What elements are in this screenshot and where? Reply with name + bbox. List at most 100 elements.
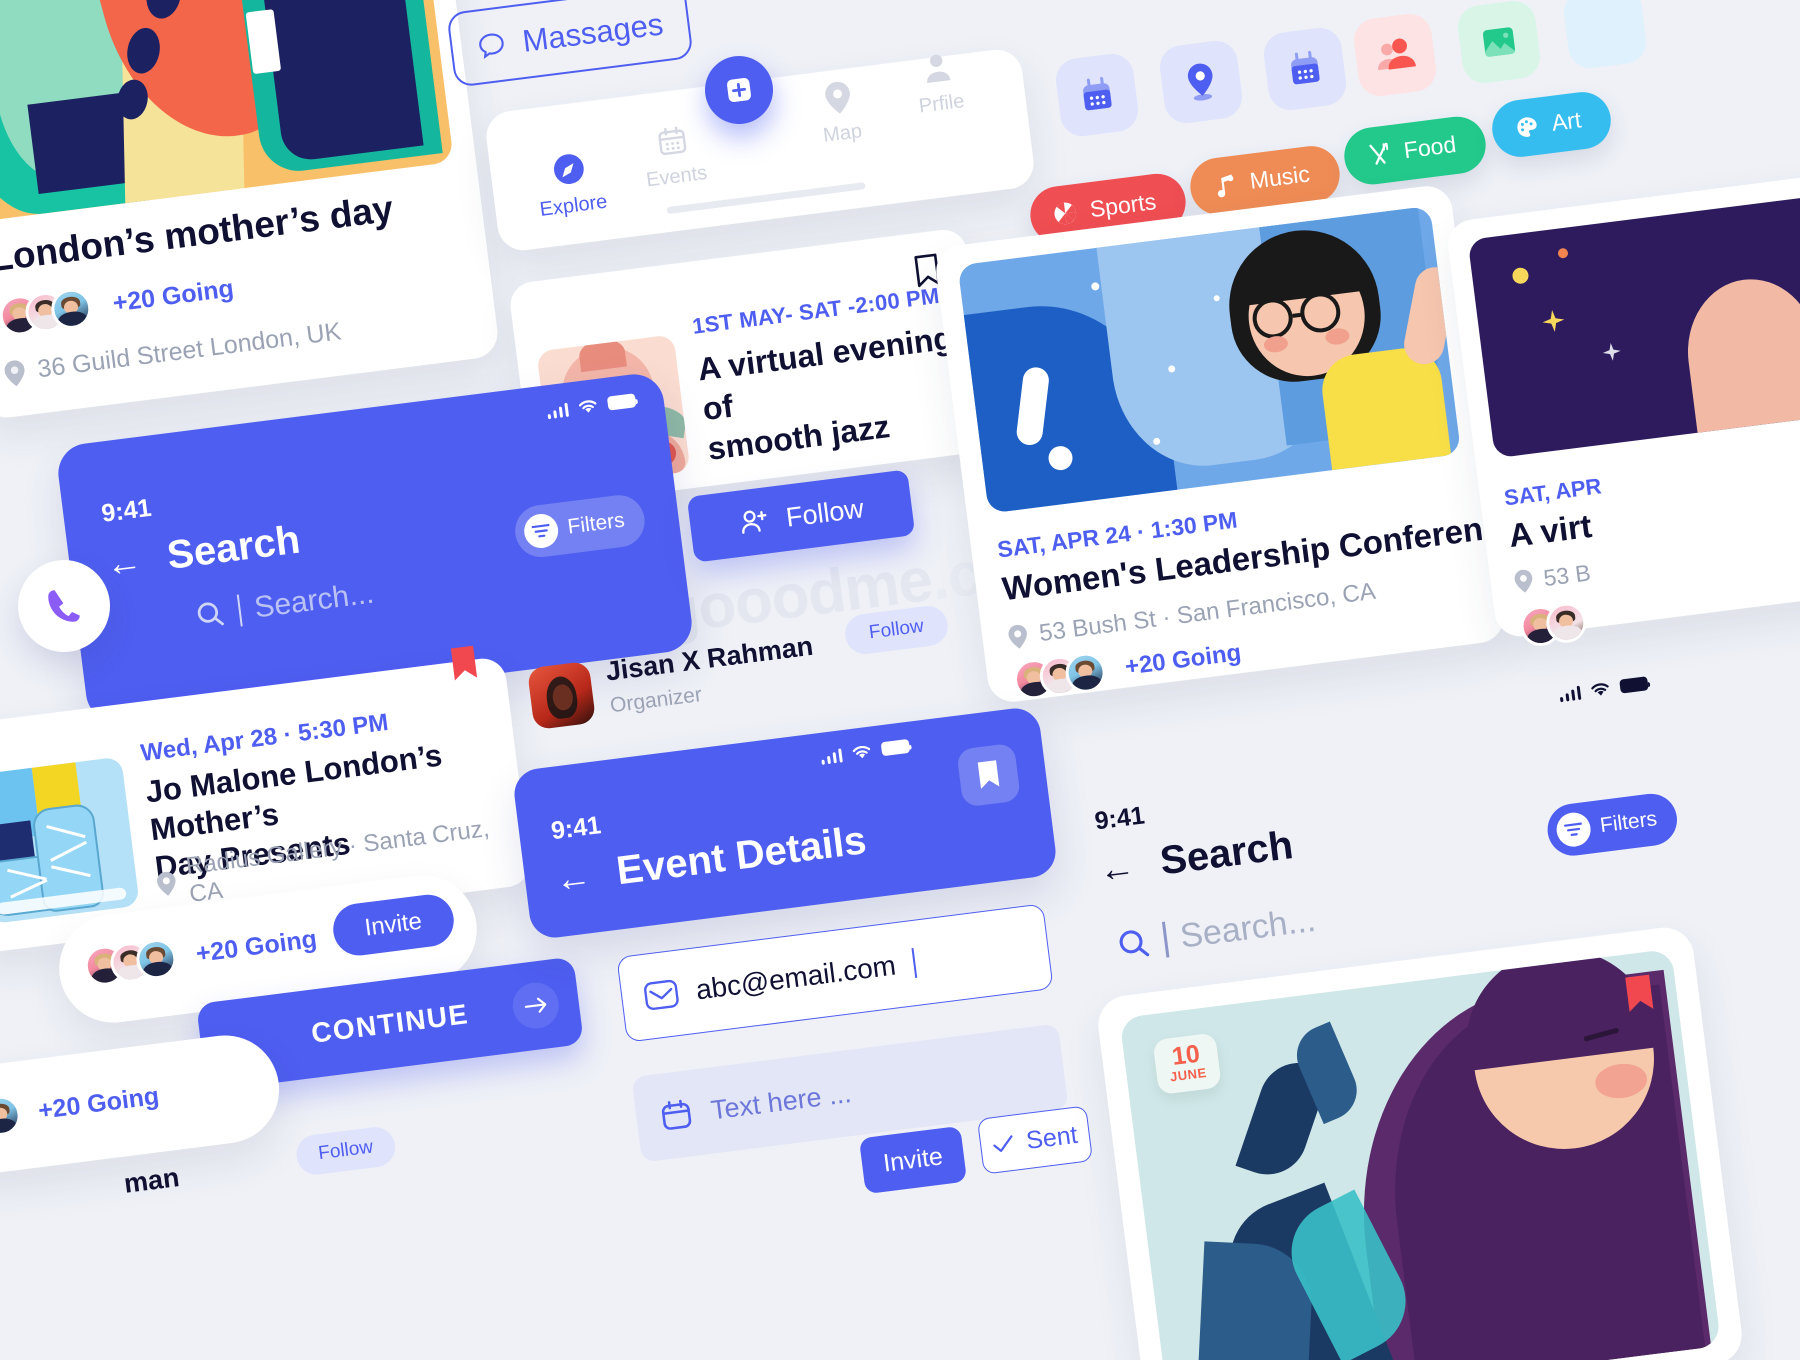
icon-tile-map-pin[interactable]	[1157, 38, 1245, 126]
signal-icon	[1558, 684, 1582, 702]
bookmark-filled-icon	[977, 760, 1000, 789]
date-badge-june: 10 JUNE	[1152, 1032, 1222, 1096]
avatar-group	[0, 1093, 23, 1139]
organizer-avatar	[526, 660, 597, 731]
battery-icon	[880, 738, 911, 757]
continue-label: CONTINUE	[309, 998, 471, 1049]
arrow-left-icon[interactable]: ←	[1096, 845, 1137, 891]
tab-label: Prfile	[917, 90, 966, 118]
invite-label: Invite	[363, 907, 424, 942]
magnifier-icon	[197, 602, 224, 626]
organizer-follow-button-partial[interactable]: Follow	[294, 1124, 398, 1177]
search-placeholder: Search...	[1178, 900, 1318, 956]
tab-label: Explore	[538, 190, 609, 221]
search-header-right: ← Search	[1096, 823, 1296, 892]
wifi-icon	[852, 746, 871, 759]
bookmark-button-june[interactable]	[1622, 971, 1658, 1021]
attendees-row-mothers-day: +20 Going	[0, 268, 236, 338]
filters-label: Filters	[566, 508, 626, 539]
email-field[interactable]: abc@email.com	[616, 903, 1054, 1043]
calendar-icon	[1291, 50, 1320, 85]
location-text: 53 B	[1541, 559, 1593, 592]
bookmark-filled-icon	[1625, 974, 1654, 1012]
sent-label: Sent	[1024, 1120, 1080, 1155]
status-bar-left	[546, 392, 637, 419]
search-input-right[interactable]: Search...	[1114, 901, 1318, 965]
avatar-group	[0, 286, 94, 338]
icon-tile-calendar[interactable]	[1053, 51, 1141, 139]
signal-icon	[820, 747, 843, 765]
going-count: +20 Going	[111, 273, 236, 317]
filter-icon	[1554, 810, 1593, 849]
tab-map[interactable]: Map	[792, 76, 887, 151]
icon-tile-calendar-2[interactable]	[1261, 25, 1349, 113]
arrow-left-icon[interactable]: ←	[103, 539, 144, 585]
date-month: JUNE	[1169, 1064, 1208, 1085]
wifi-icon	[1591, 683, 1609, 696]
ui-kit-canvas: gooodme.com 10 JUNE London’s mother’s da…	[0, 0, 1800, 1360]
check-icon	[993, 1135, 1013, 1152]
music-note-icon	[1217, 173, 1234, 197]
avatar-group	[82, 936, 179, 988]
home-indicator	[666, 182, 866, 215]
status-bar-details	[820, 738, 911, 765]
people-icon	[1378, 38, 1416, 71]
icon-tile-people[interactable]	[1351, 11, 1439, 99]
battery-icon	[606, 393, 637, 411]
icon-tile-partial[interactable]	[1561, 0, 1649, 71]
tab-label: Map	[821, 120, 864, 147]
filters-button-left[interactable]: Filters	[511, 492, 648, 561]
image-icon	[1482, 27, 1516, 57]
wifi-icon	[578, 400, 597, 413]
avatar	[0, 1093, 23, 1139]
chip-label: Music	[1248, 160, 1312, 194]
text-caret	[1161, 921, 1169, 958]
event-image-jo-malone	[0, 756, 140, 925]
text-placeholder: Text here ...	[709, 1077, 853, 1125]
map-pin-icon	[1187, 63, 1213, 101]
status-time-details: 9:41	[549, 811, 603, 846]
massages-button[interactable]: Massages	[446, 0, 694, 88]
tab-profile[interactable]: Prfile	[891, 47, 986, 122]
envelope-icon	[644, 979, 679, 1010]
phone-fab[interactable]	[18, 560, 110, 652]
search-input-left[interactable]: Search...	[193, 577, 376, 633]
bookmark-button-jo-malone[interactable]	[448, 643, 481, 689]
follow-label: Follow	[317, 1136, 375, 1165]
follow-label: Follow	[867, 615, 925, 644]
event-card-mothers-day[interactable]: 10 JUNE London’s mother’s day +20 Going …	[0, 0, 501, 421]
event-card-womens-leadership[interactable]: SAT, APR 24 · 1:30 PM Women's Leadership…	[933, 183, 1507, 705]
compass-icon	[554, 154, 584, 184]
event-image-june: 10 JUNE	[1119, 948, 1722, 1360]
event-image-womens	[957, 205, 1462, 514]
icon-tile-image[interactable]	[1455, 0, 1543, 86]
category-chip-food[interactable]: Food	[1340, 113, 1490, 188]
tab-events[interactable]: Events	[627, 120, 722, 195]
going-count: +20 Going	[194, 924, 319, 968]
calendar-icon	[658, 126, 687, 156]
arrow-left-icon[interactable]: ←	[553, 854, 594, 900]
tab-explore[interactable]: Explore	[523, 147, 619, 224]
map-pin-icon	[1008, 624, 1027, 649]
calendar-icon	[661, 1099, 692, 1130]
battery-icon	[1619, 676, 1649, 694]
category-chip-art[interactable]: Art	[1488, 88, 1615, 161]
filters-label: Filters	[1598, 807, 1659, 838]
going-count: +20 Going	[36, 1081, 161, 1125]
event-card-june[interactable]: 10 JUNE	[1094, 924, 1746, 1360]
bookmark-button-details[interactable]	[956, 742, 1022, 808]
attendees-row-jo-malone: +20 Going	[82, 919, 319, 988]
invite-button-jo-malone[interactable]: Invite	[329, 891, 457, 959]
invite-button[interactable]: Invite	[858, 1125, 968, 1195]
tab-label: Events	[644, 161, 709, 192]
screen-title: Event Details	[613, 818, 869, 894]
search-placeholder: Search...	[252, 576, 376, 625]
status-bar-right	[1558, 675, 1649, 702]
attendees-row-partial	[1518, 600, 1589, 649]
event-card-partial-right[interactable]: SAT, APR A virt 53 B	[1445, 172, 1800, 649]
massages-label: Massages	[520, 5, 666, 59]
filters-button-right[interactable]: Filters	[1544, 790, 1681, 859]
add-plus-icon	[727, 78, 751, 102]
text-caret	[236, 594, 243, 627]
invite-label: Invite	[881, 1141, 945, 1178]
